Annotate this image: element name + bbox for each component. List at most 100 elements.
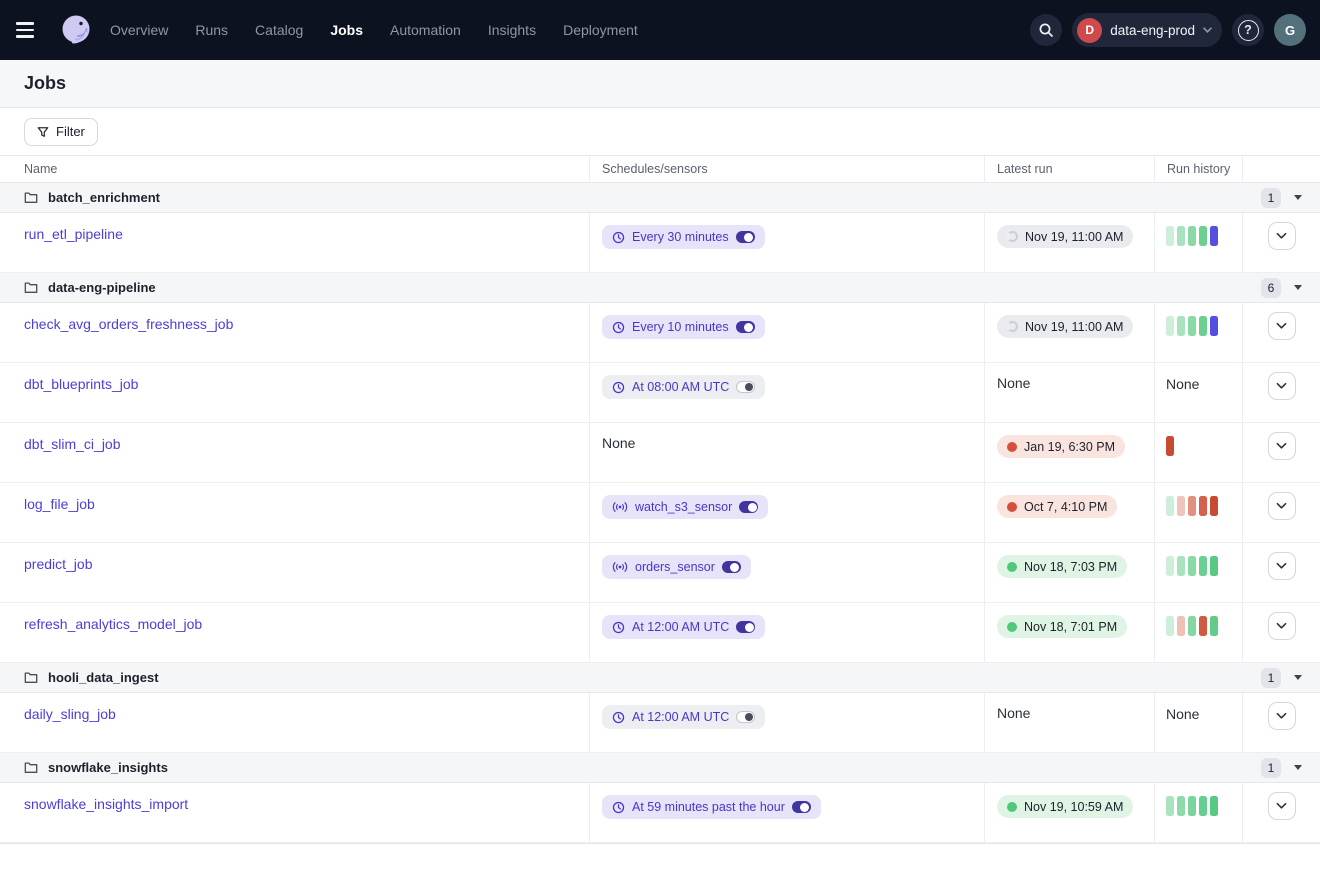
expand-row-button[interactable] <box>1268 702 1296 730</box>
run-history-bar[interactable] <box>1188 226 1196 246</box>
schedule-toggle[interactable] <box>736 711 755 723</box>
run-history-bar[interactable] <box>1199 226 1207 246</box>
job-name-link[interactable]: refresh_analytics_model_job <box>24 616 202 632</box>
schedule-pill[interactable]: At 59 minutes past the hour <box>602 795 821 819</box>
caret-down-icon[interactable] <box>1294 285 1302 290</box>
toggle-knob <box>744 233 753 242</box>
caret-down-icon[interactable] <box>1294 195 1302 200</box>
job-name-link[interactable]: daily_sling_job <box>24 706 116 722</box>
run-history-bar[interactable] <box>1188 796 1196 816</box>
latest-run-pill[interactable]: Nov 19, 10:59 AM <box>997 795 1133 818</box>
expand-row-button[interactable] <box>1268 222 1296 250</box>
job-name-link[interactable]: run_etl_pipeline <box>24 226 123 242</box>
schedule-pill[interactable]: At 12:00 AM UTC <box>602 705 765 729</box>
sensor-pill[interactable]: orders_sensor <box>602 555 751 579</box>
expand-row-button[interactable] <box>1268 492 1296 520</box>
latest-run-pill[interactable]: Nov 18, 7:03 PM <box>997 555 1127 578</box>
run-history-bar[interactable] <box>1166 316 1174 336</box>
filter-button[interactable]: Filter <box>24 118 98 146</box>
sensor-pill[interactable]: watch_s3_sensor <box>602 495 768 519</box>
expand-row-button[interactable] <box>1268 372 1296 400</box>
run-history-bar[interactable] <box>1177 556 1185 576</box>
deployment-switcher[interactable]: D data-eng-prod <box>1072 13 1222 47</box>
run-history-bar[interactable] <box>1166 616 1174 636</box>
job-group-row[interactable]: data-eng-pipeline6 <box>0 273 1320 303</box>
job-name-link[interactable]: dbt_slim_ci_job <box>24 436 121 452</box>
menu-icon[interactable] <box>16 15 46 45</box>
chevron-down-icon <box>1276 802 1287 810</box>
help-icon[interactable]: ? <box>1232 14 1264 46</box>
expand-row-button[interactable] <box>1268 432 1296 460</box>
run-history-bar[interactable] <box>1188 316 1196 336</box>
run-history-bar[interactable] <box>1166 796 1174 816</box>
run-history-bar[interactable] <box>1177 616 1185 636</box>
caret-down-icon[interactable] <box>1294 675 1302 680</box>
expand-row-button[interactable] <box>1268 612 1296 640</box>
run-history-bar[interactable] <box>1188 496 1196 516</box>
toggle-knob <box>748 503 757 512</box>
dagster-logo-icon[interactable] <box>56 10 96 50</box>
job-group-row[interactable]: hooli_data_ingest1 <box>0 663 1320 693</box>
expand-row-button[interactable] <box>1268 792 1296 820</box>
job-name-link[interactable]: dbt_blueprints_job <box>24 376 138 392</box>
nav-item-automation[interactable]: Automation <box>390 22 461 38</box>
run-history-bar[interactable] <box>1210 616 1218 636</box>
run-history-bar[interactable] <box>1177 796 1185 816</box>
run-history-bar[interactable] <box>1210 796 1218 816</box>
run-history-bar[interactable] <box>1177 496 1185 516</box>
run-history-bar[interactable] <box>1166 556 1174 576</box>
latest-run-pill[interactable]: Nov 19, 11:00 AM <box>997 315 1133 338</box>
latest-run-pill[interactable]: Nov 19, 11:00 AM <box>997 225 1133 248</box>
run-history-bar[interactable] <box>1210 316 1218 336</box>
expand-row-button[interactable] <box>1268 312 1296 340</box>
schedule-toggle[interactable] <box>736 321 755 333</box>
run-history-bar[interactable] <box>1166 496 1174 516</box>
run-history-bar[interactable] <box>1199 616 1207 636</box>
nav-item-jobs[interactable]: Jobs <box>330 22 363 38</box>
run-history-bar[interactable] <box>1188 616 1196 636</box>
run-history-cell <box>1155 303 1243 362</box>
caret-down-icon[interactable] <box>1294 765 1302 770</box>
run-history-bar[interactable] <box>1199 796 1207 816</box>
schedule-label: At 12:00 AM UTC <box>632 710 729 724</box>
run-history-bar[interactable] <box>1177 226 1185 246</box>
success-dot-icon <box>1007 622 1017 632</box>
job-name-link[interactable]: snowflake_insights_import <box>24 796 188 812</box>
run-history-bar[interactable] <box>1199 316 1207 336</box>
schedule-pill[interactable]: At 08:00 AM UTC <box>602 375 765 399</box>
schedule-toggle[interactable] <box>739 501 758 513</box>
avatar[interactable]: G <box>1274 14 1306 46</box>
run-history-bar[interactable] <box>1166 436 1174 456</box>
latest-run-pill[interactable]: Oct 7, 4:10 PM <box>997 495 1117 518</box>
schedule-toggle[interactable] <box>722 561 741 573</box>
search-icon[interactable] <box>1030 14 1062 46</box>
run-history-bar[interactable] <box>1199 496 1207 516</box>
run-history-bar[interactable] <box>1166 226 1174 246</box>
run-history-bar[interactable] <box>1210 226 1218 246</box>
latest-run-pill[interactable]: Jan 19, 6:30 PM <box>997 435 1125 458</box>
nav-item-catalog[interactable]: Catalog <box>255 22 303 38</box>
schedule-toggle[interactable] <box>736 381 755 393</box>
latest-run-pill[interactable]: Nov 18, 7:01 PM <box>997 615 1127 638</box>
run-history-bar[interactable] <box>1210 496 1218 516</box>
expand-row-button[interactable] <box>1268 552 1296 580</box>
job-name-link[interactable]: predict_job <box>24 556 93 572</box>
schedule-toggle[interactable] <box>736 621 755 633</box>
run-history-bar[interactable] <box>1210 556 1218 576</box>
schedule-pill[interactable]: Every 10 minutes <box>602 315 765 339</box>
schedule-pill[interactable]: At 12:00 AM UTC <box>602 615 765 639</box>
job-group-row[interactable]: snowflake_insights1 <box>0 753 1320 783</box>
nav-item-insights[interactable]: Insights <box>488 22 536 38</box>
schedule-pill[interactable]: Every 30 minutes <box>602 225 765 249</box>
run-history-bar[interactable] <box>1177 316 1185 336</box>
job-group-row[interactable]: batch_enrichment1 <box>0 183 1320 213</box>
schedule-toggle[interactable] <box>736 231 755 243</box>
run-history-bar[interactable] <box>1188 556 1196 576</box>
nav-item-deployment[interactable]: Deployment <box>563 22 638 38</box>
job-name-link[interactable]: log_file_job <box>24 496 95 512</box>
schedule-toggle[interactable] <box>792 801 811 813</box>
nav-item-overview[interactable]: Overview <box>110 22 168 38</box>
run-history-bar[interactable] <box>1199 556 1207 576</box>
nav-item-runs[interactable]: Runs <box>195 22 228 38</box>
job-name-link[interactable]: check_avg_orders_freshness_job <box>24 316 233 332</box>
